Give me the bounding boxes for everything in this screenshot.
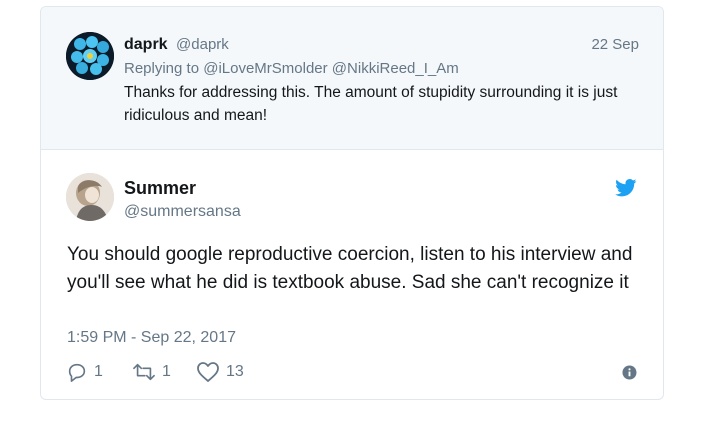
parent-display-name[interactable]: daprk <box>124 36 168 53</box>
info-icon[interactable] <box>622 365 637 380</box>
tweet-embed-card: daprk @daprk 22 Sep Replying to @iLoveMr… <box>40 6 664 400</box>
parent-handle[interactable]: @daprk <box>176 36 229 53</box>
tweet-text: You should google reproductive coercion,… <box>67 244 633 293</box>
retweet-count: 1 <box>162 363 171 380</box>
reply-icon <box>68 363 86 382</box>
reply-count: 1 <box>94 363 103 380</box>
like-button[interactable]: 13 <box>196 361 244 383</box>
like-count: 13 <box>226 363 244 380</box>
avatar[interactable] <box>66 32 114 80</box>
avatar[interactable] <box>66 173 114 221</box>
reply-button[interactable]: 1 <box>66 361 103 383</box>
parent-tweet-text: Thanks for addressing this. The amount o… <box>124 84 618 124</box>
tweet-timestamp[interactable]: 1:59 PM - Sep 22, 2017 <box>67 329 236 347</box>
handle[interactable]: @summersansa <box>124 203 241 221</box>
retweet-icon <box>133 363 155 381</box>
retweet-button[interactable]: 1 <box>132 361 171 383</box>
like-icon <box>197 362 219 382</box>
parent-date[interactable]: 22 Sep <box>591 36 639 53</box>
twitter-bird-icon[interactable] <box>615 179 637 197</box>
replying-to[interactable]: Replying to @iLoveMrSmolder @NikkiReed_I… <box>124 60 459 77</box>
parent-tweet[interactable]: daprk @daprk 22 Sep Replying to @iLoveMr… <box>41 7 663 150</box>
display-name[interactable]: Summer <box>124 178 196 199</box>
